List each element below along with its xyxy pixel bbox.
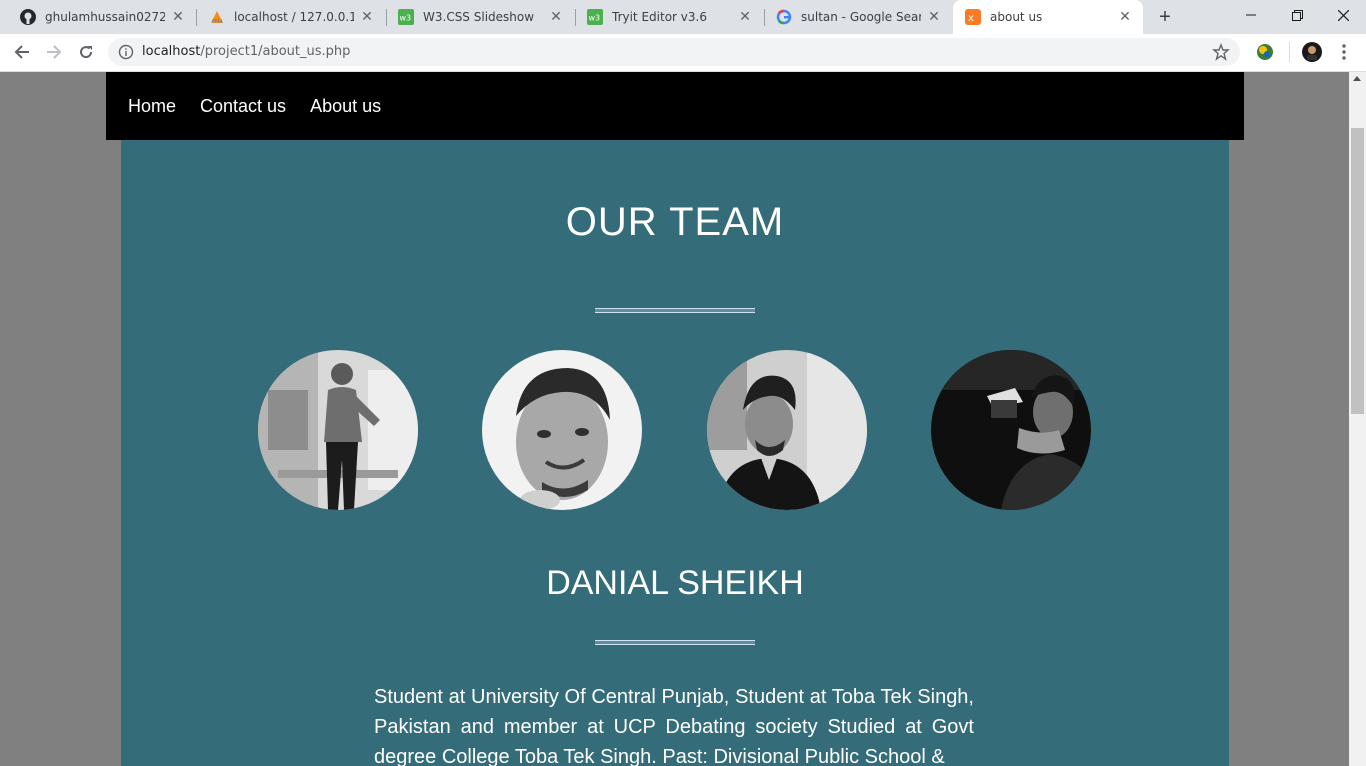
toolbar-divider [1289,42,1290,62]
back-button[interactable] [8,38,36,66]
url-path: /project1/about_us.php [200,44,351,59]
tab-title: Tryit Editor v3.6 [612,10,707,24]
close-icon[interactable]: ✕ [170,9,186,25]
member-name: DANIAL SHEIKH [546,564,804,602]
scroll-up-arrow-icon[interactable] [1353,76,1361,81]
tab-title: W3.CSS Slideshow [423,10,535,24]
tab-w3css-slideshow[interactable]: w3 W3.CSS Slideshow ✕ [378,0,574,34]
tab-tryit-editor[interactable]: w3 Tryit Editor v3.6 ✕ [567,0,763,34]
tab-github[interactable]: ghulamhussain0272/Pr ✕ [0,0,196,34]
minimize-icon [1246,14,1256,16]
team-section: OUR TEAM DANIAL SHEIKH Student at Univer… [121,140,1229,766]
bookmark-star-icon[interactable] [1212,43,1230,61]
tab-title: sultan - Google Search [801,10,921,24]
tab-phpmyadmin[interactable]: PMA localhost / 127.0.0.1 / e ✕ [189,0,385,34]
svg-text:x: x [968,13,974,24]
tab-title: about us [990,10,1043,24]
restore-button[interactable] [1274,0,1320,30]
reload-icon [80,46,93,59]
close-icon[interactable]: ✕ [359,9,375,25]
svg-text:PMA: PMA [212,19,223,25]
menu-kebab-icon[interactable] [1334,42,1354,62]
back-arrow-icon [14,45,29,59]
url-host: localhost [142,44,201,59]
new-tab-button[interactable]: + [1154,6,1176,28]
info-icon[interactable] [118,44,134,60]
close-icon[interactable]: ✕ [548,9,564,25]
tab-google-search[interactable]: sultan - Google Search ✕ [756,0,952,34]
name-divider [595,640,755,645]
member-photo-1[interactable] [258,350,418,510]
restore-icon [1291,9,1303,21]
team-heading: OUR TEAM [565,200,785,244]
minimize-button[interactable] [1228,0,1274,30]
member-photo-3[interactable] [707,350,867,510]
svg-text:w3: w3 [400,14,412,23]
heading-divider [595,308,755,313]
window-close-button[interactable] [1320,0,1366,30]
tab-title: localhost / 127.0.0.1 / e [234,10,354,24]
nav-home-link[interactable]: Home [128,96,176,117]
close-icon[interactable]: ✕ [737,9,753,25]
nav-about-link[interactable]: About us [310,96,381,117]
phpmyadmin-icon: PMA [209,9,225,25]
tab-title: ghulamhussain0272/Pr [45,10,165,24]
member-photo-2[interactable] [482,350,642,510]
xampp-icon: x [965,9,981,25]
reload-button[interactable] [72,38,100,66]
scrollbar-thumb[interactable] [1351,128,1364,414]
profile-avatar[interactable] [1302,42,1322,62]
member-photo-4[interactable] [931,350,1091,510]
google-icon [776,9,792,25]
close-icon [1337,9,1349,21]
tab-strip: ghulamhussain0272/Pr ✕ PMA localhost / 1… [0,0,1366,34]
page-viewport: Home Contact us About us OUR TEAM DANIAL… [0,72,1349,766]
svg-text:w3: w3 [589,14,601,23]
close-icon[interactable]: ✕ [1117,9,1133,25]
close-icon[interactable]: ✕ [926,9,942,25]
extension-icon[interactable] [1255,42,1275,62]
page-scrollbar[interactable] [1349,72,1366,766]
nav-contact-link[interactable]: Contact us [200,96,286,117]
forward-arrow-icon [47,45,62,59]
site-navbar: Home Contact us About us [106,72,1244,140]
forward-button[interactable] [40,38,68,66]
tab-about-us[interactable]: x about us ✕ [953,0,1143,34]
w3schools-icon: w3 [587,9,603,25]
address-bar[interactable]: localhost/project1/about_us.php [108,38,1240,66]
w3schools-icon: w3 [398,9,414,25]
browser-toolbar: localhost/project1/about_us.php [0,34,1366,72]
url-text: localhost/project1/about_us.php [142,44,350,59]
member-bio: Student at University Of Central Punjab,… [374,686,974,766]
github-icon [20,9,36,25]
